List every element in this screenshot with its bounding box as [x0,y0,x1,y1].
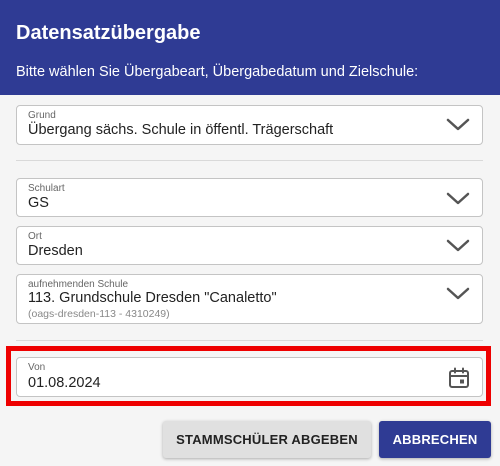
schule-value: 113. Grundschule Dresden "Canaletto" [28,290,277,306]
chevron-down-icon[interactable] [446,192,470,206]
abbrechen-button[interactable]: ABBRECHEN [379,421,491,458]
dialog-header: Datensatzübergabe Bitte wählen Sie Überg… [0,0,500,95]
chevron-down-icon[interactable] [446,118,470,132]
schule-detail: (oags-dresden-113 - 4310249) [28,308,170,320]
schule-label: aufnehmenden Schule [28,279,129,290]
schulart-select[interactable]: Schulart GS [16,178,483,217]
dialog-subtitle: Bitte wählen Sie Übergabeart, Übergabeda… [16,64,419,80]
grund-value: Übergang sächs. Schule in öffentl. Träge… [28,122,334,138]
highlight-box [6,346,491,406]
ort-select[interactable]: Ort Dresden [16,226,483,265]
divider [16,160,483,161]
schulart-value: GS [28,195,49,211]
divider [16,340,483,341]
ort-value: Dresden [28,243,83,259]
grund-select[interactable]: Grund Übergang sächs. Schule in öffentl.… [16,105,483,145]
chevron-down-icon[interactable] [446,287,470,301]
chevron-down-icon[interactable] [446,239,470,253]
dialog-title: Datensatzübergabe [16,22,201,44]
stammschueler-abgeben-button[interactable]: STAMMSCHÜLER ABGEBEN [163,421,371,458]
ort-label: Ort [28,231,42,242]
schulart-label: Schulart [28,183,65,194]
grund-label: Grund [28,110,56,121]
schule-select[interactable]: aufnehmenden Schule 113. Grundschule Dre… [16,274,483,324]
